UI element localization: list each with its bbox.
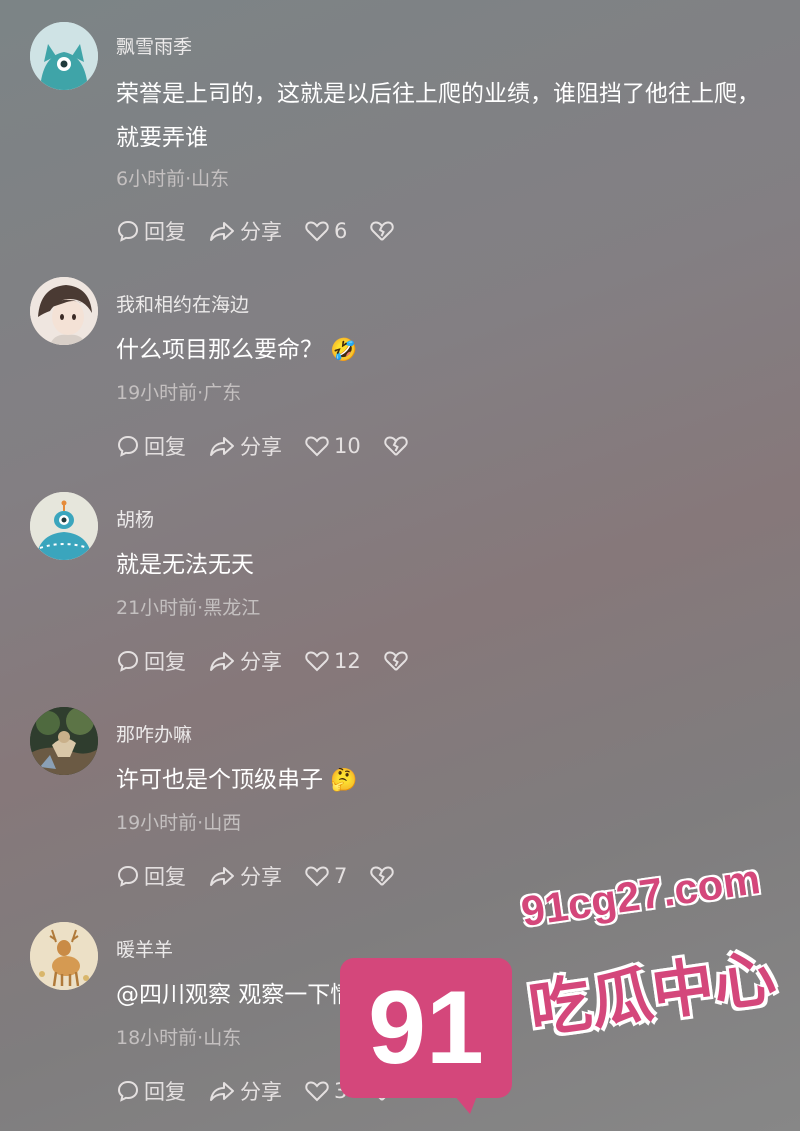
reply-icon (117, 1080, 139, 1102)
share-icon (210, 437, 234, 456)
comment-text: 许可也是个顶级串子 (116, 767, 323, 793)
reply-button[interactable]: 回复 (116, 216, 186, 246)
comment-meta: 19小时前·广东 (116, 382, 242, 404)
broken-heart-icon (384, 436, 408, 456)
share-icon (210, 867, 234, 886)
comment-actions: 回复 分享 7 (116, 861, 421, 891)
comment-actions: 回复 分享 6 (116, 216, 421, 246)
share-label: 分享 (240, 1080, 282, 1104)
avatar[interactable] (30, 277, 98, 345)
share-label: 分享 (240, 865, 282, 889)
comment-meta: 6小时前·山东 (116, 168, 230, 190)
like-button[interactable]: 7 (304, 864, 347, 888)
comment-text: 就是无法无天 (116, 552, 254, 578)
heart-icon (305, 651, 329, 672)
reply-label: 回复 (144, 220, 186, 244)
broken-heart-icon (370, 866, 395, 886)
dislike-button[interactable] (369, 219, 399, 243)
username[interactable]: 我和相约在海边 (116, 290, 249, 317)
avatar[interactable] (30, 492, 98, 560)
comment-actions: 回复 分享 10 (116, 431, 435, 461)
share-button[interactable]: 分享 (208, 646, 282, 676)
reply-icon (117, 865, 139, 887)
avatar[interactable] (30, 707, 98, 775)
like-count: 6 (334, 219, 348, 243)
heart-icon (305, 866, 329, 887)
share-label: 分享 (240, 220, 282, 244)
comment-text: 荣誉是上司的，这就是以后往上爬的业绩，谁阻挡了他往上爬，就要弄谁 (116, 81, 760, 151)
anime-boy-icon (30, 277, 98, 345)
emoji-thinking-icon: 🤔 (330, 767, 358, 793)
watermark: 91 91cg27.com 吃瓜中心 (340, 855, 800, 1128)
blue-monster-icon (30, 22, 98, 90)
username[interactable]: 那咋办嘛 (116, 720, 192, 747)
blue-monster-icon (30, 492, 98, 560)
broken-heart-icon (384, 651, 408, 671)
dislike-button[interactable] (383, 649, 413, 673)
share-icon (210, 652, 234, 671)
share-label: 分享 (240, 650, 282, 674)
reply-button[interactable]: 回复 (116, 1076, 186, 1106)
comment-text: 什么项目那么要命？ (116, 337, 323, 363)
reply-label: 回复 (144, 1080, 186, 1104)
comment-meta: 18小时前·山东 (116, 1027, 242, 1049)
avatar[interactable] (30, 922, 98, 990)
comment-actions: 回复 分享 12 (116, 646, 435, 676)
reply-button[interactable]: 回复 (116, 861, 186, 891)
deer-avatar-icon (30, 922, 98, 990)
heart-icon (305, 436, 329, 457)
share-button[interactable]: 分享 (208, 1076, 282, 1106)
avatar[interactable] (30, 22, 98, 90)
like-button[interactable]: 10 (304, 434, 361, 458)
username[interactable]: 飘雪雨季 (116, 32, 192, 59)
share-label: 分享 (240, 435, 282, 459)
dislike-button[interactable] (369, 864, 399, 888)
like-button[interactable]: 6 (304, 219, 347, 243)
like-button[interactable]: 12 (304, 649, 361, 673)
reply-label: 回复 (144, 650, 186, 674)
share-icon (210, 222, 234, 241)
reply-icon (117, 220, 139, 242)
reply-label: 回复 (144, 865, 186, 889)
like-count: 12 (334, 649, 361, 673)
username[interactable]: 胡杨 (116, 505, 154, 532)
heart-icon (305, 221, 329, 242)
watermark-number: 91 (368, 969, 484, 1086)
comment-meta: 19小时前·山西 (116, 812, 242, 834)
heart-icon (305, 1081, 329, 1102)
comment-text-row: 许可也是个顶级串子 🤔 (116, 758, 776, 803)
reply-button[interactable]: 回复 (116, 431, 186, 461)
like-count: 10 (334, 434, 361, 458)
reply-button[interactable]: 回复 (116, 646, 186, 676)
dislike-button[interactable] (383, 434, 413, 458)
share-button[interactable]: 分享 (208, 431, 282, 461)
reply-icon (117, 650, 139, 672)
emoji-rofl-icon: 🤣 (330, 337, 358, 363)
reply-label: 回复 (144, 435, 186, 459)
share-button[interactable]: 分享 (208, 861, 282, 891)
username[interactable]: 暖羊羊 (116, 935, 173, 962)
watermark-url: 91cg27.com (518, 854, 764, 936)
share-icon (210, 1082, 234, 1101)
comment-text-row: 什么项目那么要命？ 🤣 (116, 328, 776, 373)
reply-icon (117, 435, 139, 457)
photo-avatar-icon (30, 707, 98, 775)
comment-meta: 21小时前·黑龙江 (116, 597, 261, 619)
share-button[interactable]: 分享 (208, 216, 282, 246)
watermark-text: 吃瓜中心 (524, 940, 781, 1048)
like-count: 7 (334, 864, 348, 888)
broken-heart-icon (370, 221, 395, 241)
